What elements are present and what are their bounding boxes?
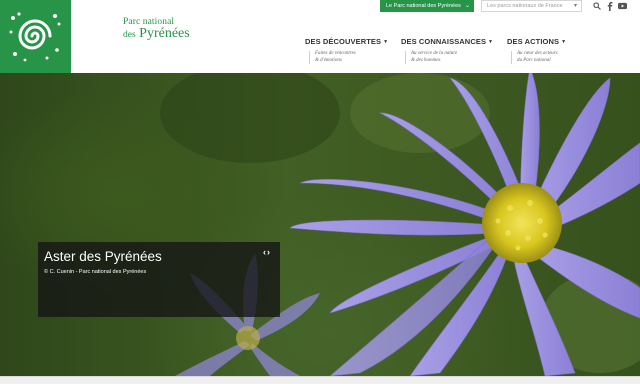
nav-item-decouvertes[interactable]: DES DÉCOUVERTES ▼ Faites de rencontres & … — [305, 37, 388, 64]
nav-subtitle-line: & des hommes — [411, 57, 441, 63]
slide-caption: Aster des Pyrénées © C. Cuenin - Parc na… — [38, 242, 280, 317]
search-icon[interactable] — [592, 1, 601, 11]
caret-down-icon: ▾ — [573, 3, 577, 9]
park-selector-label: Le Parc national des Pyrénées — [386, 3, 461, 9]
caret-down-icon: ▼ — [383, 39, 389, 45]
nav-item-text: DES DÉCOUVERTES — [305, 37, 382, 46]
park-selector[interactable]: Le Parc national des Pyrénées ⌄ — [380, 0, 474, 12]
nav-item-text: DES ACTIONS — [507, 37, 560, 46]
nav-item-text: DES CONNAISSANCES — [401, 37, 487, 46]
slide-title: Aster des Pyrénées — [44, 249, 162, 264]
aster-flower-photo — [160, 73, 640, 376]
nav-item-subtitle: Au service de la nature & des hommes — [405, 51, 493, 64]
national-parks-dropdown-label: Les parcs nationaux de France — [487, 3, 563, 9]
nav-item-label: DES CONNAISSANCES ▼ — [401, 37, 493, 46]
nav-subtitle-line: du Parc national — [517, 57, 551, 63]
hero-slideshow[interactable]: Aster des Pyrénées © C. Cuenin - Parc na… — [0, 73, 640, 376]
nav-subtitle-line: & d'émotions — [315, 57, 342, 63]
caret-down-icon: ▼ — [561, 39, 567, 45]
national-parks-dropdown[interactable]: Les parcs nationaux de France ▾ — [481, 0, 582, 12]
nav-item-subtitle: Au cœur des acteurs du Parc national — [511, 51, 566, 64]
caret-down-icon: ▼ — [488, 39, 494, 45]
nav-item-label: DES DÉCOUVERTES ▼ — [305, 37, 388, 46]
main-navigation: DES DÉCOUVERTES ▼ Faites de rencontres & … — [0, 37, 640, 73]
nav-item-actions[interactable]: DES ACTIONS ▼ Au cœur des acteurs du Parc… — [507, 37, 566, 64]
chevron-down-icon: ⌄ — [464, 3, 470, 9]
page-bottom-strip — [0, 376, 640, 384]
nav-item-connaissances[interactable]: DES CONNAISSANCES ▼ Au service de la natu… — [401, 37, 493, 64]
utility-icons — [592, 0, 627, 12]
nav-item-subtitle: Faites de rencontres & d'émotions — [309, 51, 388, 64]
nav-item-label: DES ACTIONS ▼ — [507, 37, 566, 46]
youtube-icon[interactable] — [618, 1, 627, 11]
slide-nav-arrows[interactable]: ‹› — [263, 247, 271, 257]
facebook-icon[interactable] — [605, 1, 614, 11]
slide-credit: © C. Cuenin - Parc national des Pyrénées — [44, 269, 147, 275]
